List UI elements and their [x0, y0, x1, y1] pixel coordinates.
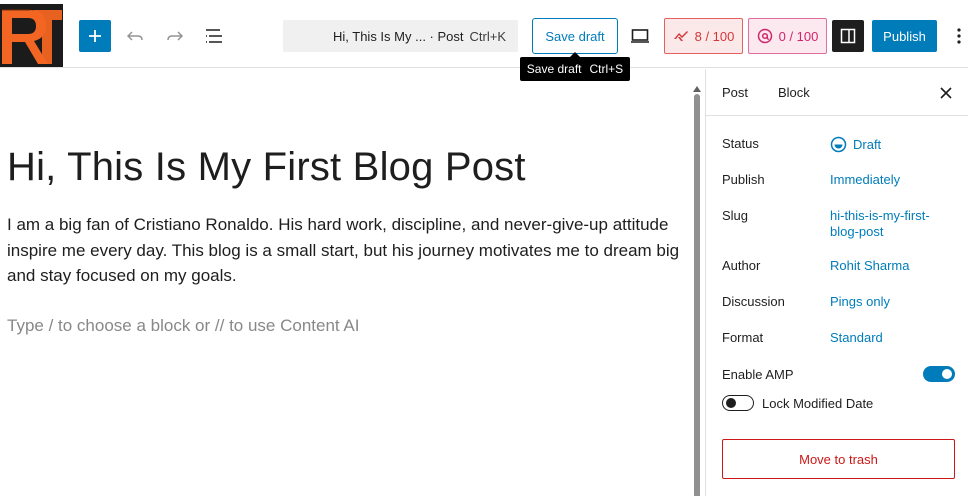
post-title[interactable]: Hi, This Is My First Blog Post	[7, 145, 526, 190]
publish-label: Publish	[722, 172, 765, 187]
status-label: Status	[722, 136, 759, 151]
seo-score-value: 8 / 100	[694, 28, 735, 44]
tooltip-shortcut: Ctrl+S	[589, 62, 624, 76]
redo-button[interactable]	[159, 20, 191, 52]
save-draft-button[interactable]: Save draft	[532, 18, 618, 54]
seo-score-badge[interactable]: 8 / 100	[664, 18, 743, 54]
plus-icon	[89, 30, 101, 42]
editor-header: Hi, This Is My ... · Post Ctrl+K Save dr…	[0, 0, 968, 68]
discussion-label: Discussion	[722, 294, 785, 309]
preview-button[interactable]	[624, 20, 656, 52]
seo-score-icon	[673, 31, 688, 41]
settings-sidebar-icon	[840, 28, 856, 44]
command-shortcut: Ctrl+K	[469, 29, 506, 44]
format-value[interactable]: Standard	[830, 330, 950, 346]
save-draft-tooltip: Save draft Ctrl+S	[520, 52, 630, 81]
move-to-trash-button[interactable]: Move to trash	[722, 439, 955, 479]
paragraph-block[interactable]: I am a big fan of Cristiano Ronaldo. His…	[7, 212, 687, 289]
editor-scrollbar[interactable]	[693, 86, 701, 496]
settings-sidebar-toggle[interactable]	[832, 20, 864, 52]
content-ai-score-badge[interactable]: 0 / 100	[748, 18, 827, 54]
slug-value[interactable]: hi-this-is-my-first-blog-post	[830, 208, 940, 240]
content-ai-icon	[757, 28, 772, 44]
close-icon	[940, 87, 952, 99]
list-view-icon	[206, 29, 222, 43]
scrollbar-thumb[interactable]	[694, 94, 700, 496]
tooltip-label: Save draft	[526, 62, 582, 76]
author-value[interactable]: Rohit Sharma	[830, 258, 950, 274]
tab-block[interactable]: Block	[778, 85, 810, 100]
desktop-preview-icon	[631, 29, 649, 43]
tab-post[interactable]: Post	[722, 85, 748, 100]
scroll-up-arrow-icon[interactable]	[693, 86, 701, 92]
status-value-text: Draft	[853, 136, 882, 152]
undo-icon	[126, 31, 143, 41]
sidebar-tabs: Post Block	[706, 69, 968, 116]
more-options-icon	[956, 28, 961, 44]
enable-amp-toggle[interactable]	[923, 366, 955, 382]
editor-canvas[interactable]: Hi, This Is My First Blog Post I am a bi…	[0, 69, 693, 496]
add-block-button[interactable]	[79, 20, 111, 52]
slug-label: Slug	[722, 208, 749, 223]
document-title: Hi, This Is My ... · Post	[333, 29, 464, 44]
format-label: Format	[722, 330, 764, 345]
status-value[interactable]: Draft	[830, 136, 950, 153]
publish-button[interactable]: Publish	[872, 20, 937, 52]
list-view-button[interactable]	[198, 20, 230, 52]
block-appender-placeholder[interactable]: Type / to choose a block or // to use Co…	[7, 316, 359, 336]
discussion-value[interactable]: Pings only	[830, 294, 950, 310]
enable-amp-label: Enable AMP	[722, 367, 794, 382]
document-command-bar[interactable]: Hi, This Is My ... · Post Ctrl+K	[283, 20, 518, 52]
site-logo[interactable]	[0, 4, 63, 67]
lock-modified-date-toggle[interactable]	[722, 395, 754, 411]
lock-modified-date-label: Lock Modified Date	[762, 396, 874, 411]
redo-icon	[167, 31, 184, 41]
close-sidebar-button[interactable]	[936, 83, 956, 103]
undo-button[interactable]	[119, 20, 151, 52]
draft-status-icon	[830, 136, 847, 153]
author-label: Author	[722, 258, 761, 273]
content-ai-score-value: 0 / 100	[778, 28, 819, 44]
settings-sidebar: Post Block Status Draft Publish Immediat…	[705, 69, 968, 496]
more-options-button[interactable]	[949, 20, 968, 52]
publish-value[interactable]: Immediately	[830, 172, 950, 188]
